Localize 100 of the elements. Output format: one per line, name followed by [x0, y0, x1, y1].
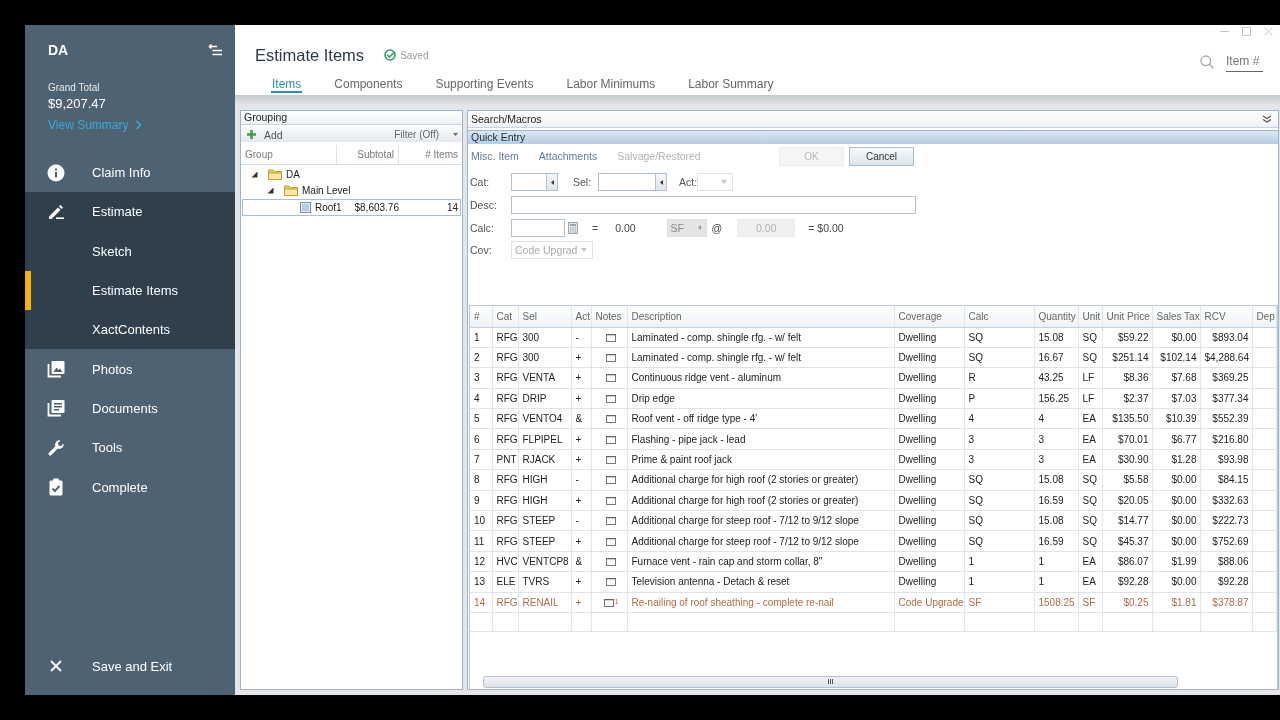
tree-row[interactable]: Roof1 $8,603.76 14 [242, 199, 461, 216]
scrollbar-thumb[interactable] [483, 675, 1178, 688]
equals-sign: = [592, 221, 599, 234]
nav-item[interactable]: Tools [25, 428, 235, 468]
documents-icon [47, 399, 65, 418]
selector-field[interactable] [598, 173, 656, 192]
table-cell: - [571, 510, 591, 531]
nav-item[interactable]: Complete [25, 467, 235, 507]
table-cell: RFG [492, 388, 518, 409]
table-cell: $30.90 [1102, 449, 1152, 470]
nav-item[interactable]: Documents [25, 388, 235, 429]
table-cell: $0.00 [1152, 469, 1200, 491]
tab[interactable]: Components [333, 67, 404, 93]
at-sign: @ [711, 221, 723, 234]
tree-row[interactable]: DA [242, 166, 461, 183]
field-label: Cov: [470, 244, 493, 257]
double-chevron-icon [1261, 115, 1272, 123]
table-cell: EA [1078, 449, 1102, 470]
expand-triangle-icon[interactable] [267, 187, 274, 195]
notepad-icon[interactable] [606, 475, 616, 485]
table-cell: Additional charge for high roof (2 stories or greater) [627, 469, 894, 491]
calc-result: 0.00 [615, 221, 636, 234]
expand-triangle-icon[interactable] [251, 170, 258, 178]
picker-button[interactable] [547, 173, 558, 192]
notepad-icon[interactable] [606, 434, 616, 444]
table-cell: $332.63 [1200, 490, 1252, 511]
tab[interactable]: Items [271, 67, 303, 93]
table-cell: Dwelling [894, 490, 964, 511]
nav-item[interactable]: Photos [25, 349, 235, 389]
table-cell: PNT [492, 449, 518, 470]
table-cell: + [571, 571, 591, 593]
table-cell: Dwelling [894, 408, 964, 429]
table-cell: Furnace vent - rain cap and storm collar, 8" [627, 551, 894, 572]
table-cell: LF [1078, 388, 1102, 409]
table-cell: DRIP [518, 388, 571, 409]
table-cell: 1 [1034, 571, 1078, 593]
table-cell: LF [1078, 367, 1102, 389]
notepad-icon[interactable] [606, 414, 616, 424]
notepad-icon[interactable] [606, 516, 616, 526]
action-button[interactable]: Cancel [849, 146, 914, 166]
calc-field[interactable] [511, 218, 565, 237]
table-cell: $216.80 [1200, 428, 1252, 450]
tab[interactable]: Labor Summary [687, 67, 775, 93]
search-field[interactable]: Item # [1226, 52, 1263, 72]
nav-item[interactable]: Sketch [25, 231, 235, 271]
table-cell: $378.87 [1200, 592, 1252, 613]
table-cell: 3 [1034, 449, 1078, 470]
tab[interactable]: Supporting Events [434, 67, 535, 93]
table-cell: $1.81 [1152, 592, 1200, 613]
table-cell: $0.00 [1152, 571, 1200, 593]
table-cell: Dwelling [894, 510, 964, 531]
table-cell: 1 [1034, 551, 1078, 572]
notepad-icon[interactable] [606, 393, 616, 403]
notepad-icon[interactable] [603, 597, 614, 607]
nav-item[interactable]: Estimate Items [25, 270, 235, 311]
table-cell: 10 [470, 510, 492, 531]
description-field[interactable] [511, 196, 916, 215]
collapse-sidebar-button[interactable] [208, 44, 223, 56]
table-cell: $251.14 [1102, 347, 1152, 368]
table-cell: P [964, 388, 1034, 409]
notepad-icon[interactable] [606, 577, 616, 587]
notepad-icon[interactable] [606, 536, 616, 546]
notepad-icon[interactable] [606, 455, 616, 465]
tab[interactable]: Labor Minimums [565, 67, 657, 93]
nav-item[interactable]: Estimate [25, 192, 235, 232]
notepad-icon[interactable] [606, 353, 616, 363]
table-cell: RJACK [518, 449, 571, 470]
table-cell: Dwelling [894, 347, 964, 368]
table-cell: SQ [1078, 530, 1102, 552]
column-header: Group [241, 145, 337, 164]
nav-item[interactable]: Claim Info [25, 153, 235, 193]
table-cell: $86.07 [1102, 551, 1152, 572]
notepad-icon[interactable] [606, 373, 616, 383]
category-field[interactable] [511, 173, 547, 192]
notepad-icon[interactable] [606, 495, 616, 505]
table-cell: 43.25 [1034, 367, 1078, 389]
grand-total-label: Grand Total [48, 81, 100, 95]
notepad-icon[interactable] [606, 557, 616, 566]
info-icon [47, 163, 65, 182]
save-and-exit-button[interactable]: Save and Exit [25, 646, 235, 686]
add-button[interactable]: Add [247, 128, 283, 141]
table-cell: 12 [470, 551, 492, 572]
table-cell: Roof vent - off ridge type - 4' [627, 408, 894, 429]
nav-item[interactable]: XactContents [25, 310, 235, 350]
link[interactable]: Misc. Item [471, 150, 519, 162]
folder-icon [284, 185, 298, 197]
expand-panel-button[interactable] [1261, 115, 1272, 123]
table-cell: $1.99 [1152, 551, 1200, 572]
link[interactable]: Attachments [538, 150, 598, 162]
picker-button[interactable] [656, 173, 667, 192]
filter-dropdown[interactable]: Filter (Off) [394, 129, 458, 140]
notepad-icon[interactable] [606, 332, 616, 342]
table-cell: RFG [492, 469, 518, 491]
table-cell: 3 [470, 367, 492, 389]
table-cell: $2.37 [1102, 388, 1152, 409]
grand-total-value: $9,207.47 [48, 95, 106, 113]
field-label: Calc: [470, 221, 495, 234]
tree-row[interactable]: Main Level [242, 182, 461, 199]
table-cell: Re-nailing of roof sheathing - complete re-nail [627, 592, 894, 613]
column-header: RCV [1200, 306, 1252, 327]
